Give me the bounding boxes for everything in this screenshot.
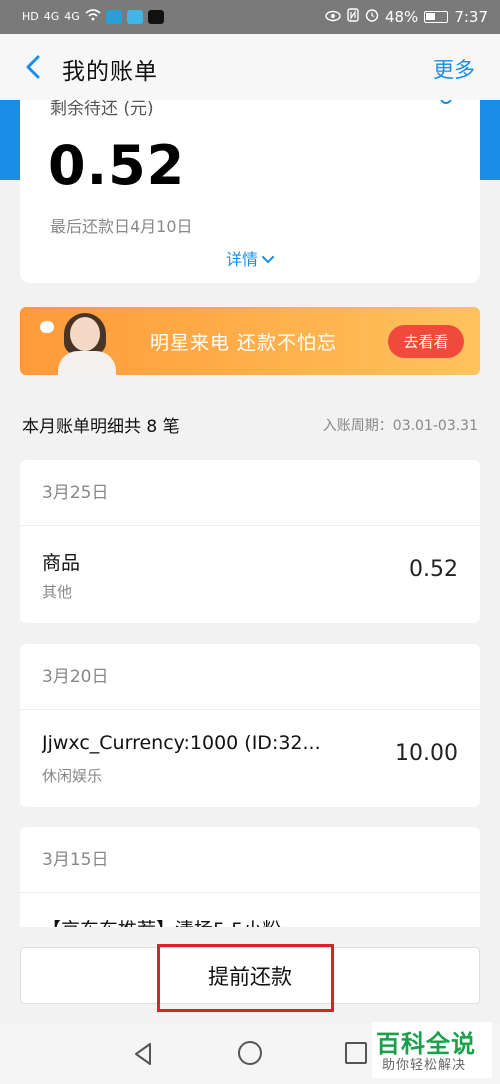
battery-icon <box>424 11 449 23</box>
nav-recent-icon[interactable] <box>345 1042 367 1064</box>
chevron-down-icon <box>262 253 274 267</box>
bottom-action-bar: 提前还款 <box>0 927 500 1024</box>
signal-icon: 4G <box>43 10 60 23</box>
celebrity-image <box>40 311 126 375</box>
bill-card: 3月20日 Jjwxc_Currency:1000 (ID:32... 休闲娱乐… <box>20 644 480 807</box>
details-link[interactable]: 详情 <box>20 246 480 270</box>
details-label: 详情 <box>225 250 258 269</box>
wifi-icon <box>85 9 101 25</box>
bill-name: Jjwxc_Currency:1000 (ID:32... <box>42 732 321 754</box>
nav-back-icon[interactable] <box>132 1042 154 1066</box>
status-right: 48% 7:37 <box>325 8 488 26</box>
prepay-button[interactable]: 提前还款 <box>20 947 480 1004</box>
billing-period: 入账周期：03.01-03.31 <box>322 418 478 434</box>
bill-date: 3月15日 <box>20 827 480 893</box>
battery-percent: 48% <box>384 8 419 26</box>
eye-icon <box>325 8 341 26</box>
balance-amount: 0.52 <box>48 134 186 197</box>
page-title: 我的账单 <box>62 59 158 85</box>
bill-row[interactable]: 商品 其他 0.52 <box>20 526 480 623</box>
chat-bubble-icon <box>40 321 54 333</box>
telegram-icon <box>126 10 143 24</box>
bill-category: 休闲娱乐 <box>42 767 103 785</box>
bill-category: 其他 <box>42 583 73 601</box>
bill-amount: 0.52 <box>409 557 458 582</box>
chevron-left-icon <box>26 55 40 79</box>
bill-name: 商品 <box>42 552 81 574</box>
balance-summary-card: 剩余待还 (元) 0.52 最后还款日4月10日 详情 <box>20 100 480 283</box>
promo-banner[interactable]: 明星来电 还款不怕忘 去看看 <box>20 307 480 375</box>
bill-date: 3月20日 <box>20 644 480 710</box>
watermark-subtitle: 助你轻松解决 <box>382 1058 467 1073</box>
signal-icon-2: 4G <box>64 10 80 23</box>
status-bar: HD 4G 4G 48% 7:37 <box>0 0 500 34</box>
clock: 7:37 <box>454 8 488 26</box>
back-button[interactable] <box>18 50 48 84</box>
balance-label: 剩余待还 (元) <box>50 100 154 119</box>
banner-go-button[interactable]: 去看看 <box>388 325 464 358</box>
more-button[interactable]: 更多 <box>433 54 475 84</box>
info-icon[interactable] <box>440 100 452 104</box>
app-header: 我的账单 更多 <box>0 34 500 100</box>
bill-date: 3月25日 <box>20 460 480 526</box>
status-left: HD 4G 4G <box>22 9 164 25</box>
banner-text: 明星来电 还款不怕忘 <box>150 332 338 354</box>
nfc-icon <box>347 8 359 26</box>
alarm-icon <box>365 8 379 26</box>
bill-row[interactable]: Jjwxc_Currency:1000 (ID:32... 休闲娱乐 10.00 <box>20 710 480 807</box>
app-notification-icon <box>105 10 122 24</box>
nav-home-icon[interactable] <box>238 1041 262 1065</box>
bill-amount: 10.00 <box>395 741 458 766</box>
watermark-logo: 百科全说 助你轻松解决 <box>372 1022 492 1078</box>
bill-card: 3月25日 商品 其他 0.52 <box>20 460 480 623</box>
bills-count-title: 本月账单明细共 8 笔 <box>22 417 180 437</box>
tiktok-icon <box>147 10 164 24</box>
due-date-text: 最后还款日4月10日 <box>50 217 193 236</box>
hd-icon: HD <box>22 10 39 23</box>
